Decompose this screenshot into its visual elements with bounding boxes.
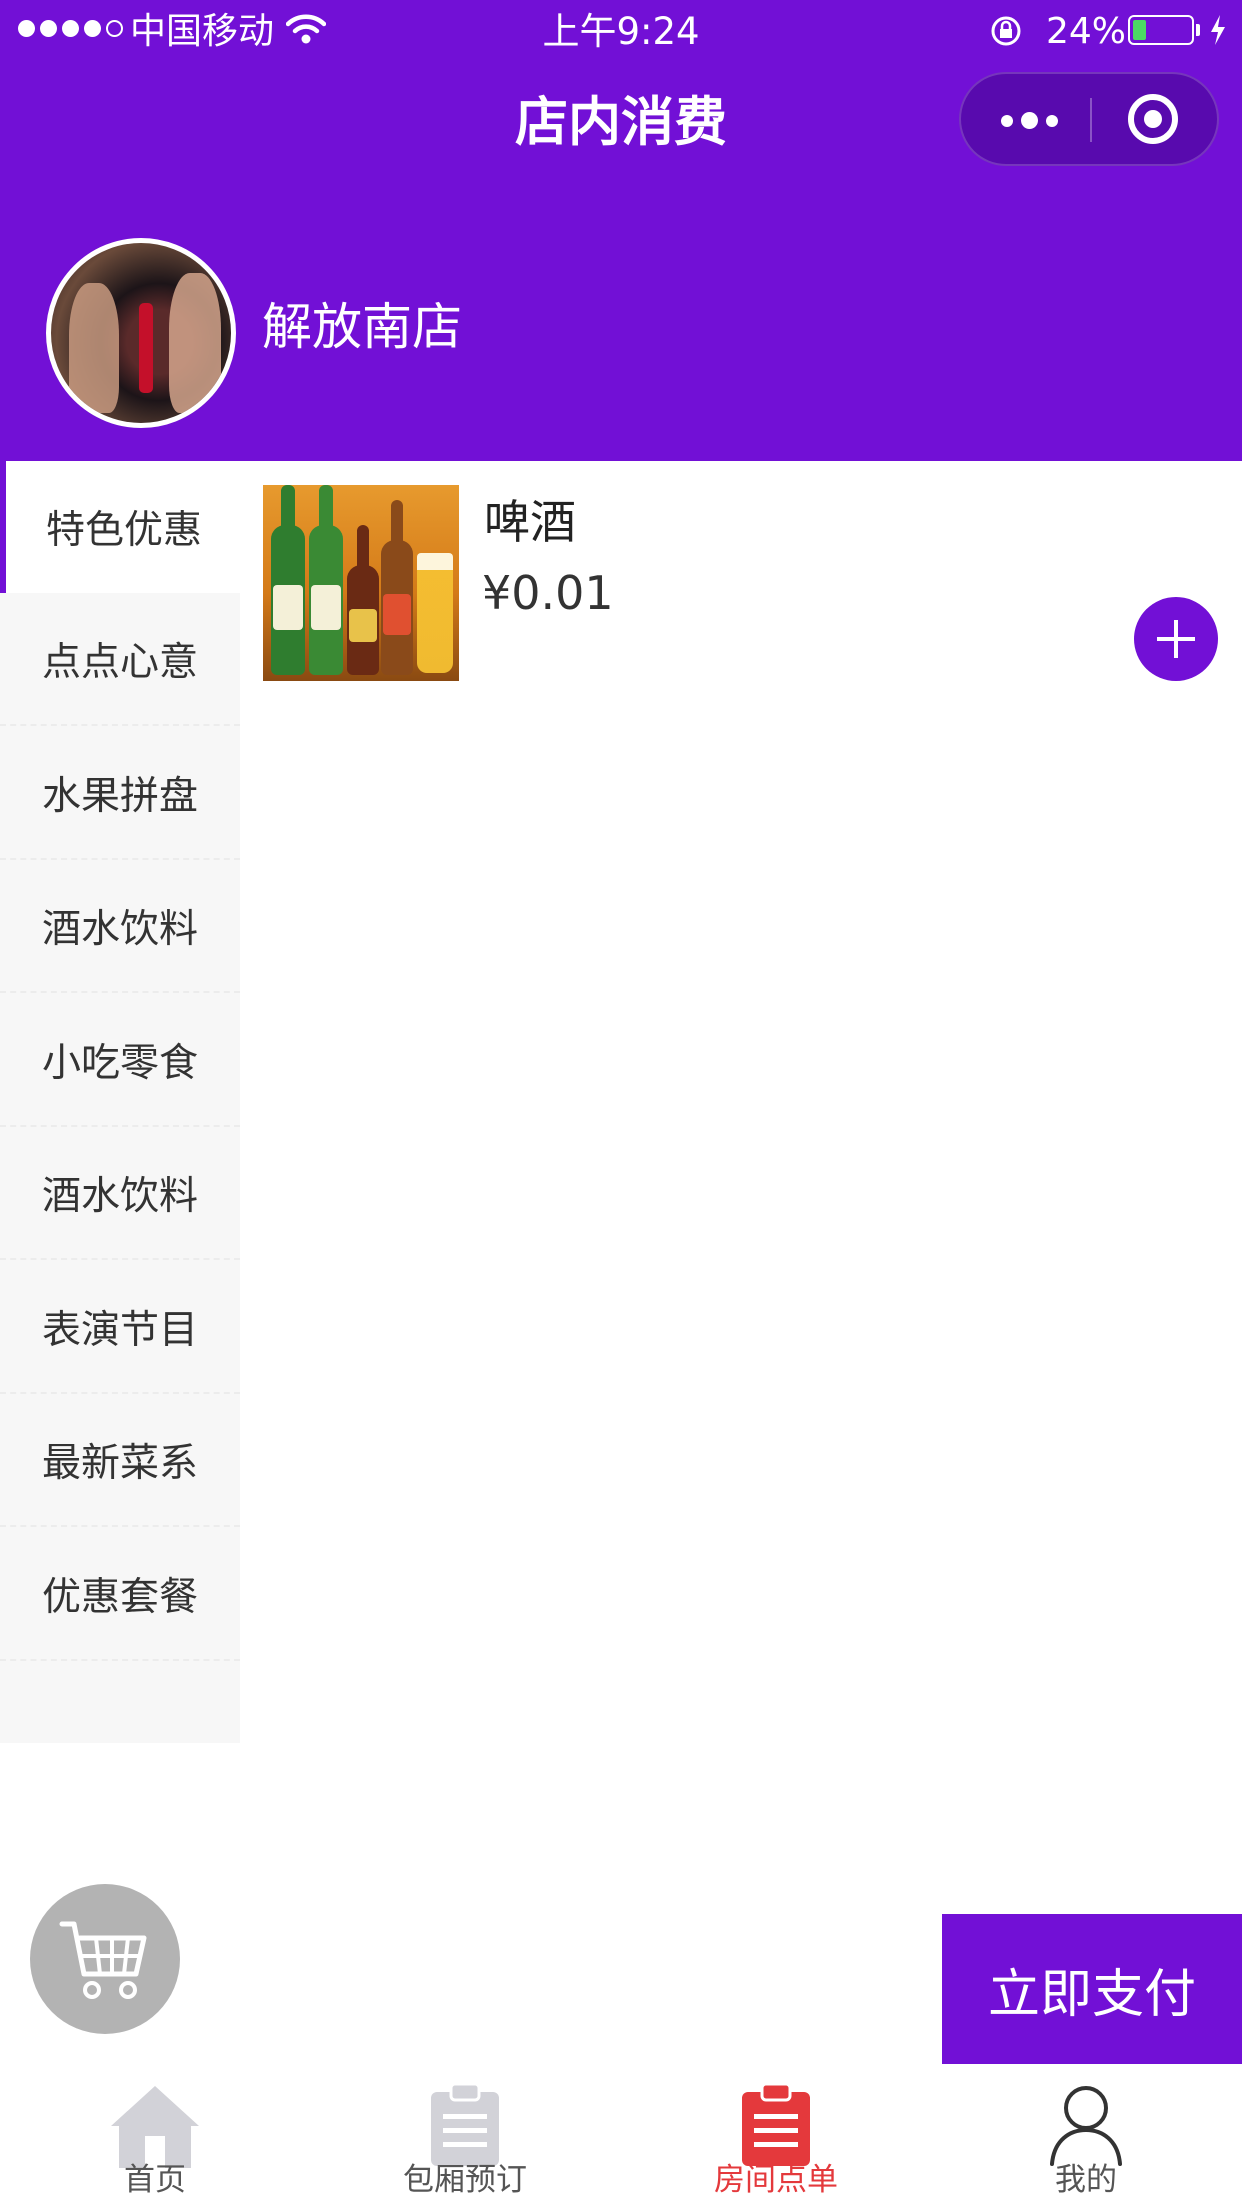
product-name: 啤酒: [484, 495, 576, 549]
charging-bolt-icon: [1211, 15, 1225, 45]
battery-icon: [1128, 15, 1194, 45]
battery-fill: [1133, 20, 1146, 40]
rotation-lock-icon: [991, 16, 1021, 46]
category-label: 水果拼盘: [42, 774, 199, 819]
shopping-cart-icon: [59, 1921, 147, 1999]
category-item[interactable]: 优惠套餐: [0, 1529, 240, 1661]
category-label: 最新菜系: [42, 1441, 199, 1486]
category-sidebar: 特色优惠 点点心意 水果拼盘 酒水饮料 小吃零食 酒水饮料 表演节目 最新菜系 …: [0, 461, 240, 1743]
tab-bar: 首页 包厢预订 房间点单 我的: [0, 2064, 1242, 2208]
category-label: 特色优惠: [46, 508, 203, 553]
tab-booking[interactable]: 包厢预订: [310, 2064, 620, 2208]
category-label: 酒水饮料: [42, 1174, 199, 1219]
category-item[interactable]: 水果拼盘: [0, 728, 240, 860]
pay-now-button[interactable]: 立即支付: [942, 1914, 1242, 2064]
home-icon: [111, 2086, 199, 2168]
product-image[interactable]: [263, 485, 459, 681]
status-bar: 中国移动 上午9:24 24%: [0, 0, 1242, 62]
tab-label: 包厢预订: [403, 2162, 527, 2198]
header: 中国移动 上午9:24 24% 店内消费 解放南店: [0, 0, 1242, 461]
store-name: 解放南店: [262, 298, 462, 356]
category-label: 小吃零食: [42, 1041, 199, 1086]
add-to-cart-button[interactable]: [1134, 597, 1218, 681]
mini-program-capsule: [959, 72, 1219, 166]
battery-percentage: 24%: [1046, 11, 1127, 52]
category-item[interactable]: 最新菜系: [0, 1395, 240, 1527]
category-item[interactable]: 酒水饮料: [0, 861, 240, 993]
category-label: 酒水饮料: [42, 907, 199, 952]
clipboard-icon: [742, 2082, 810, 2166]
category-label: 优惠套餐: [42, 1575, 199, 1620]
category-item[interactable]: 点点心意: [0, 594, 240, 726]
tab-home[interactable]: 首页: [0, 2064, 310, 2208]
category-item[interactable]: 特色优惠: [0, 461, 240, 593]
tab-room-order[interactable]: 房间点单: [621, 2064, 931, 2208]
tab-label: 我的: [1055, 2162, 1117, 2198]
category-label: 点点心意: [42, 640, 199, 685]
product-price: ¥0.01: [482, 566, 614, 620]
battery-tip: [1196, 24, 1200, 36]
close-miniprogram-icon[interactable]: [1128, 94, 1178, 144]
store-avatar: [46, 238, 236, 428]
user-icon: [1050, 2086, 1122, 2166]
more-options-icon[interactable]: [1001, 112, 1058, 129]
cart-button[interactable]: [30, 1884, 180, 2034]
tab-profile[interactable]: 我的: [931, 2064, 1241, 2208]
tab-label: 首页: [124, 2162, 186, 2198]
clipboard-icon: [431, 2082, 499, 2166]
category-item[interactable]: 表演节目: [0, 1262, 240, 1394]
category-label: 表演节目: [42, 1308, 199, 1353]
category-item[interactable]: 酒水饮料: [0, 1128, 240, 1260]
category-item[interactable]: 小吃零食: [0, 995, 240, 1127]
tab-label: 房间点单: [714, 2162, 838, 2198]
capsule-divider: [1090, 98, 1092, 142]
